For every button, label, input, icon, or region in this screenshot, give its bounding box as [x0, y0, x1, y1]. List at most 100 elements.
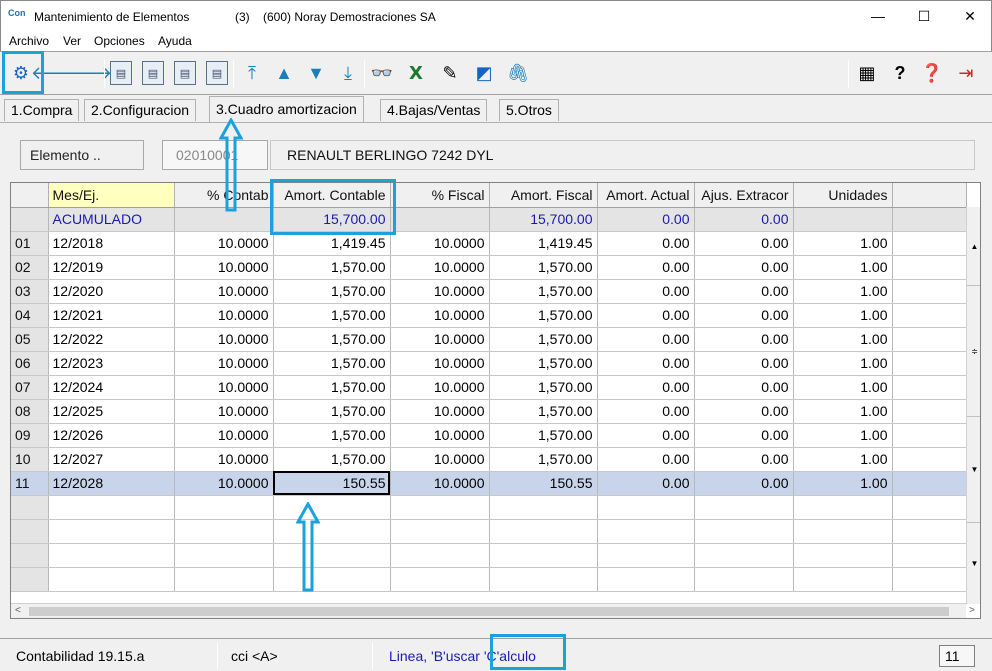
unidades-cell[interactable]: 1.00	[793, 423, 893, 448]
empty-cell[interactable]	[48, 495, 175, 520]
ajus-extracor-cell[interactable]: 0.00	[694, 255, 794, 280]
pct-contab-cell[interactable]: 10.0000	[174, 351, 274, 376]
empty-cell[interactable]	[273, 567, 391, 592]
empty-cell[interactable]	[892, 519, 967, 544]
amort-fiscal-cell[interactable]: 1,570.00	[489, 423, 598, 448]
amort-contable-cell[interactable]: 150.55	[273, 471, 391, 496]
help-book-icon[interactable]: ❓	[918, 59, 946, 87]
table-row[interactable]: 04 12/2021 10.0000 1,570.00 10.0000 1,570.00 0…	[11, 303, 967, 328]
unidades-cell[interactable]: 1.00	[793, 447, 893, 472]
element-code-field[interactable]: 02010001	[162, 140, 268, 170]
ajus-extracor-cell[interactable]: 0.00	[694, 375, 794, 400]
scroll-left-icon[interactable]: <	[15, 605, 21, 616]
pct-fiscal-cell[interactable]: 10.0000	[390, 375, 490, 400]
amort-fiscal-cell[interactable]: 1,570.00	[489, 303, 598, 328]
empty-row[interactable]	[11, 567, 967, 592]
amort-contable-cell[interactable]: 1,570.00	[273, 447, 391, 472]
empty-row[interactable]	[11, 495, 967, 520]
header-amort-fiscal[interactable]: Amort. Fiscal	[489, 183, 598, 208]
empty-cell[interactable]	[694, 519, 794, 544]
pct-fiscal-cell[interactable]: 10.0000	[390, 255, 490, 280]
amort-actual-cell[interactable]: 0.00	[597, 255, 695, 280]
scroll-up-icon[interactable]: ▲	[967, 207, 980, 286]
pct-fiscal-cell[interactable]: 10.0000	[390, 447, 490, 472]
empty-cell[interactable]	[273, 495, 391, 520]
empty-cell[interactable]	[597, 567, 695, 592]
close-button[interactable]: ✕	[947, 1, 992, 31]
mes-cell[interactable]: 12/2025	[48, 399, 175, 424]
pct-contab-cell[interactable]: 10.0000	[174, 279, 274, 304]
empty-cell[interactable]	[793, 567, 893, 592]
pct-fiscal-cell[interactable]: 10.0000	[390, 351, 490, 376]
unidades-cell[interactable]: 1.00	[793, 255, 893, 280]
empty-cell[interactable]	[48, 519, 175, 544]
table-row[interactable]: 03 12/2020 10.0000 1,570.00 10.0000 1,570.00 0…	[11, 279, 967, 304]
first-icon[interactable]: ⤒	[238, 59, 266, 87]
pct-contab-cell[interactable]: 10.0000	[174, 327, 274, 352]
horizontal-scroll-thumb[interactable]	[29, 607, 949, 616]
pct-fiscal-cell[interactable]: 10.0000	[390, 303, 490, 328]
unidades-cell[interactable]: 1.00	[793, 303, 893, 328]
amort-fiscal-cell[interactable]: 1,570.00	[489, 375, 598, 400]
help-pointer-icon[interactable]: ?	[886, 59, 914, 87]
doc-icon[interactable]: ▤	[206, 61, 228, 85]
empty-cell[interactable]	[48, 543, 175, 568]
amort-actual-cell[interactable]: 0.00	[597, 471, 695, 496]
empty-cell[interactable]	[174, 567, 274, 592]
header-pct-contab[interactable]: % Contab	[174, 183, 274, 208]
empty-cell[interactable]	[273, 543, 391, 568]
pct-contab-cell[interactable]: 10.0000	[174, 255, 274, 280]
scroll-mid-icon[interactable]: ≑	[967, 286, 980, 417]
unidades-cell[interactable]: 1.00	[793, 327, 893, 352]
empty-cell[interactable]	[390, 495, 490, 520]
amort-fiscal-cell[interactable]: 1,419.45	[489, 231, 598, 256]
unidades-cell[interactable]: 1.00	[793, 375, 893, 400]
table-row[interactable]: 07 12/2024 10.0000 1,570.00 10.0000 1,570.00 0…	[11, 375, 967, 400]
empty-cell[interactable]	[174, 519, 274, 544]
empty-cell[interactable]	[273, 519, 391, 544]
empty-cell[interactable]	[892, 543, 967, 568]
pct-contab-cell[interactable]: 10.0000	[174, 375, 274, 400]
amort-contable-cell[interactable]: 1,570.00	[273, 303, 391, 328]
empty-row[interactable]	[11, 519, 967, 544]
amort-contable-cell[interactable]: 1,570.00	[273, 399, 391, 424]
pct-contab-cell[interactable]: 10.0000	[174, 399, 274, 424]
tag-icon[interactable]: ✎	[436, 59, 464, 87]
amort-actual-cell[interactable]: 0.00	[597, 375, 695, 400]
up-icon[interactable]: ▲	[270, 59, 298, 87]
pct-contab-cell[interactable]: 10.0000	[174, 447, 274, 472]
ajus-extracor-cell[interactable]: 0.00	[694, 231, 794, 256]
doc-icon[interactable]: ▤	[142, 61, 164, 85]
unidades-cell[interactable]: 1.00	[793, 399, 893, 424]
mes-cell[interactable]: 12/2019	[48, 255, 175, 280]
arrow-right-icon[interactable]: 🡒	[64, 59, 112, 87]
table-row[interactable]: 09 12/2026 10.0000 1,570.00 10.0000 1,570.00 0…	[11, 423, 967, 448]
header-unidades[interactable]: Unidades	[793, 183, 893, 208]
empty-cell[interactable]	[390, 519, 490, 544]
empty-cell[interactable]	[892, 495, 967, 520]
ajus-extracor-cell[interactable]: 0.00	[694, 447, 794, 472]
amort-actual-cell[interactable]: 0.00	[597, 279, 695, 304]
pct-fiscal-cell[interactable]: 10.0000	[390, 423, 490, 448]
amort-actual-cell[interactable]: 0.00	[597, 447, 695, 472]
chart-icon[interactable]: ◩	[470, 59, 498, 87]
amort-fiscal-cell[interactable]: 1,570.00	[489, 351, 598, 376]
paperclip-icon[interactable]: 🖇	[504, 59, 532, 87]
amort-fiscal-cell[interactable]: 1,570.00	[489, 255, 598, 280]
empty-cell[interactable]	[793, 519, 893, 544]
amort-fiscal-cell[interactable]: 1,570.00	[489, 279, 598, 304]
empty-cell[interactable]	[892, 567, 967, 592]
ajus-extracor-cell[interactable]: 0.00	[694, 303, 794, 328]
table-row[interactable]: 02 12/2019 10.0000 1,570.00 10.0000 1,570.00 0…	[11, 255, 967, 280]
pct-fiscal-cell[interactable]: 10.0000	[390, 471, 490, 496]
empty-cell[interactable]	[48, 567, 175, 592]
amort-actual-cell[interactable]: 0.00	[597, 303, 695, 328]
empty-cell[interactable]	[694, 543, 794, 568]
amort-actual-cell[interactable]: 0.00	[597, 399, 695, 424]
header-amort-actual[interactable]: Amort. Actual	[597, 183, 695, 208]
pct-fiscal-cell[interactable]: 10.0000	[390, 231, 490, 256]
empty-cell[interactable]	[489, 495, 598, 520]
amort-contable-cell[interactable]: 1,570.00	[273, 255, 391, 280]
header-ajus-extracor[interactable]: Ajus. Extracor	[694, 183, 794, 208]
table-row[interactable]: 11 12/2028 10.0000 150.55 10.0000 150.55 0.00 0…	[11, 471, 967, 496]
